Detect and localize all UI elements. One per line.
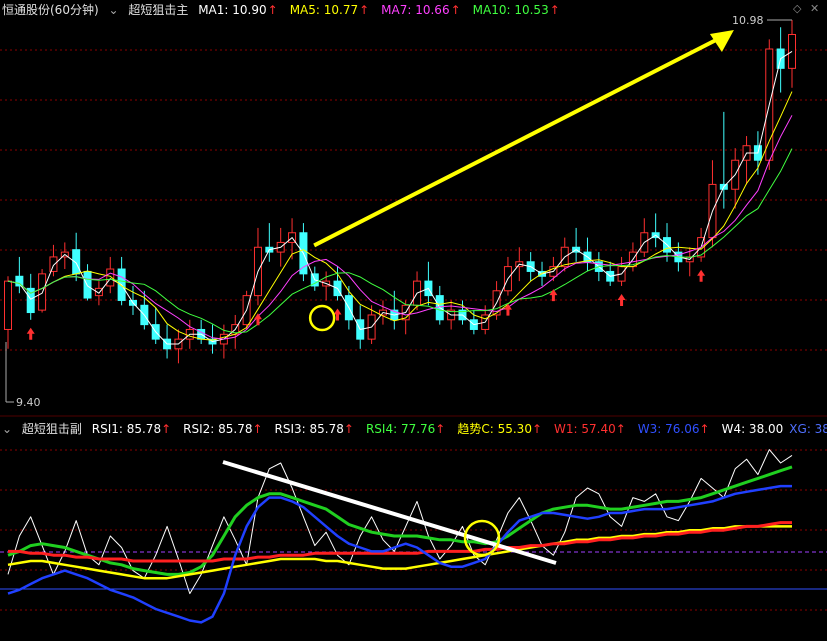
ma-line [7,148,793,334]
candle-body [15,275,24,287]
candle-body [49,256,58,272]
candle-body [4,280,12,330]
high-label: 10.98 [732,14,764,27]
arrow-up-icon [549,289,558,302]
highlight-circle [308,304,336,332]
candle-body [106,268,115,287]
ma-line [7,91,793,341]
low-label: 9.40 [16,396,41,409]
arrow-up-icon [697,269,706,282]
chart-canvas[interactable]: 10.98 9.40 [0,0,827,641]
series-line [7,449,793,595]
arrow-up-icon [617,293,626,306]
candle-body [83,270,92,299]
arrow-up-icon [26,327,35,340]
arrow-up-icon [253,313,262,326]
trend-arrow-shaft [313,36,721,248]
ma-line [7,115,793,340]
